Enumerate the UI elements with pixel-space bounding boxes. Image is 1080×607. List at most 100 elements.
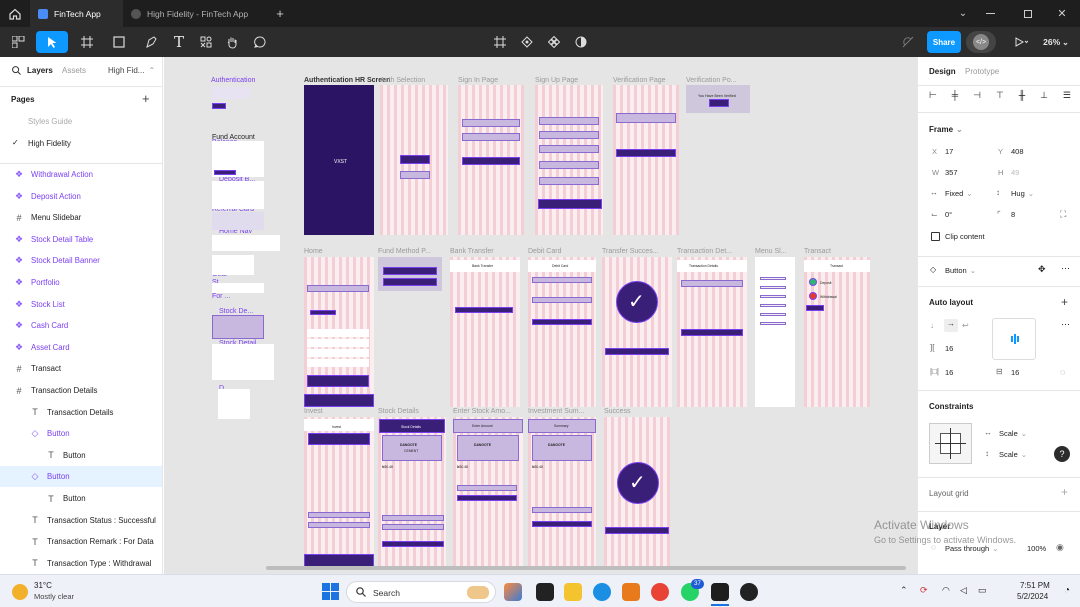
frame-tool-icon[interactable]: [74, 31, 100, 53]
component-icon[interactable]: [544, 31, 564, 53]
notifications-icon[interactable]: ◔: [1064, 585, 1070, 596]
frame-label[interactable]: Transact: [804, 248, 831, 255]
padding-vertical-field[interactable]: 16: [1011, 368, 1019, 377]
tab-layers[interactable]: Layers: [27, 66, 53, 75]
comment-tool-icon[interactable]: [250, 31, 270, 53]
weather-desc[interactable]: Mostly clear: [34, 592, 74, 601]
independent-corners-icon[interactable]: ⛶: [1060, 209, 1066, 220]
reset-instance-icon[interactable]: [517, 31, 537, 53]
auto-layout-more-icon[interactable]: ⋯: [1061, 319, 1070, 330]
component-selector[interactable]: Button ⌄: [945, 266, 976, 275]
more-options-icon[interactable]: ⋯: [1061, 263, 1070, 274]
edge-icon[interactable]: [593, 583, 611, 601]
volume-icon[interactable]: ◁: [960, 585, 967, 596]
direction-vertical-icon[interactable]: ↓: [930, 321, 934, 330]
store-icon[interactable]: [622, 583, 640, 601]
layer-row[interactable]: # Transaction Details: [0, 380, 162, 401]
opacity-field[interactable]: 100%: [1027, 544, 1046, 553]
share-button[interactable]: Share: [927, 31, 961, 53]
taskbar-search-box[interactable]: Search: [346, 581, 496, 603]
layer-row[interactable]: # Menu Slidebar: [0, 207, 162, 228]
weather-temp[interactable]: 31°C: [34, 581, 52, 590]
frame-label[interactable]: Authentication HR Screen: [304, 77, 390, 84]
page-selector[interactable]: High Fid... ⌃: [108, 66, 155, 75]
align-left-icon[interactable]: ⊢: [929, 90, 937, 102]
tab-assets[interactable]: Assets: [62, 66, 86, 75]
padding-horizontal-field[interactable]: 16: [945, 368, 953, 377]
frame-label[interactable]: Home: [304, 248, 323, 255]
zoom-level[interactable]: 26% ⌄: [1038, 31, 1074, 53]
layer-row[interactable]: ❖ Stock List: [0, 294, 162, 315]
component-label[interactable]: Authentication: [211, 77, 255, 84]
layer-row[interactable]: ❖ Withdrawal Action: [0, 164, 162, 185]
height-field[interactable]: 49: [1011, 168, 1019, 177]
clip-content-checkbox[interactable]: [931, 232, 940, 241]
align-bottom-icon[interactable]: ⊥: [1040, 90, 1048, 102]
tab-prototype[interactable]: Prototype: [965, 67, 999, 76]
sync-icon[interactable]: ⟳: [920, 585, 928, 596]
radius-field[interactable]: 8: [1011, 210, 1015, 219]
align-center-h-icon[interactable]: ╪: [952, 90, 958, 102]
home-icon[interactable]: [0, 0, 30, 27]
frame-label[interactable]: Investment Sum...: [528, 408, 584, 415]
tab-high-fidelity[interactable]: High Fidelity - FinTech App: [123, 0, 265, 27]
blend-mode-select[interactable]: Pass through ⌄: [945, 544, 999, 553]
align-right-icon[interactable]: ⊣: [973, 90, 981, 102]
add-page-button[interactable]: +: [142, 91, 150, 106]
align-top-icon[interactable]: ⊤: [996, 90, 1004, 102]
frame-label[interactable]: Bank Transfer: [450, 248, 494, 255]
layer-row[interactable]: ◇ Button: [0, 466, 162, 488]
layer-row[interactable]: ❖ Stock Detail Table: [0, 229, 162, 250]
design-canvas[interactable]: Authentication HR Screen Auth Selection Si…: [164, 57, 917, 574]
close-button[interactable]: ✕: [1047, 0, 1077, 27]
screen-frame[interactable]: [602, 257, 672, 407]
direction-wrap-icon[interactable]: ↩: [962, 321, 969, 330]
media-player-icon[interactable]: [740, 583, 758, 601]
move-tool-icon[interactable]: [36, 31, 68, 53]
layer-row[interactable]: T Transaction Status : Successful: [0, 510, 162, 531]
task-view-icon[interactable]: [536, 583, 554, 601]
width-field[interactable]: 357: [945, 168, 958, 177]
component-label[interactable]: Stock De...: [219, 308, 253, 315]
screen-frame[interactable]: [535, 85, 603, 235]
frame-label[interactable]: Verification Po...: [686, 77, 737, 84]
resources-icon[interactable]: [196, 31, 216, 53]
tab-design[interactable]: Design: [929, 67, 956, 76]
frame-label[interactable]: Verification Page: [613, 77, 666, 84]
x-field[interactable]: 17: [945, 147, 953, 156]
add-layout-grid-button[interactable]: +: [1061, 485, 1068, 499]
wifi-icon[interactable]: ◠: [942, 585, 950, 596]
constraints-widget[interactable]: [929, 423, 972, 464]
layer-row[interactable]: T Button: [0, 488, 162, 509]
frame-label[interactable]: Transfer Succes...: [602, 248, 659, 255]
help-button[interactable]: ?: [1054, 446, 1070, 462]
copilot-icon[interactable]: [504, 583, 522, 601]
file-explorer-icon[interactable]: [564, 583, 582, 601]
frame-label[interactable]: Auth Selection: [380, 77, 425, 84]
frame-label[interactable]: Sign In Page: [458, 77, 498, 84]
distribute-icon[interactable]: ☰: [1063, 90, 1071, 102]
layer-row[interactable]: T Button: [0, 445, 162, 466]
frame-section-title[interactable]: Frame ⌄: [929, 125, 963, 134]
frame-label[interactable]: Transaction Det...: [677, 248, 732, 255]
layer-row[interactable]: ❖ Deposit Action: [0, 186, 162, 207]
frame-label[interactable]: Invest: [304, 408, 323, 415]
layer-row[interactable]: ◇ Button: [0, 423, 162, 444]
visibility-icon[interactable]: ◉: [1056, 542, 1064, 553]
layer-row[interactable]: # Transact: [0, 358, 162, 379]
frame-label[interactable]: Debit Card: [528, 248, 561, 255]
new-tab-button[interactable]: +: [265, 0, 295, 27]
pen-tool-icon[interactable]: [138, 31, 164, 53]
independent-padding-icon[interactable]: ◌: [1060, 367, 1065, 377]
screen-frame[interactable]: [450, 257, 520, 407]
layer-row[interactable]: ❖ Cash Card: [0, 315, 162, 336]
dev-mode-toggle[interactable]: </>: [966, 31, 996, 53]
layer-row[interactable]: T Transaction Type : Withdrawal: [0, 553, 162, 574]
layer-row[interactable]: T Transaction Remark : For Data: [0, 531, 162, 552]
present-icon[interactable]: [1010, 31, 1032, 53]
weather-moon-icon[interactable]: [12, 584, 28, 600]
layer-row[interactable]: ❖ Portfolio: [0, 272, 162, 293]
horizontal-scrollbar[interactable]: [266, 566, 906, 570]
screen-frame[interactable]: [613, 85, 679, 235]
layer-row[interactable]: T Transaction Details: [0, 402, 162, 423]
